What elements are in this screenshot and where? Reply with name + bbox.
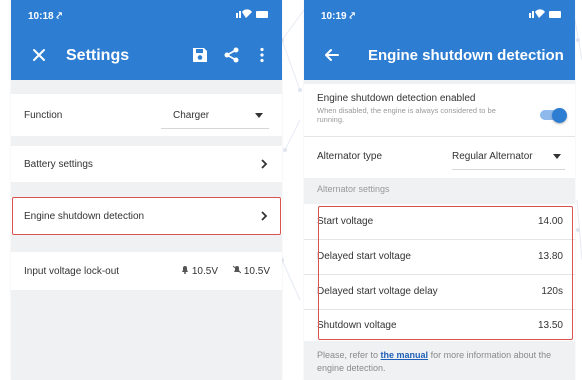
save-icon[interactable]: [191, 46, 209, 64]
lockout-value-2: 10.5V: [232, 265, 270, 277]
alternator-type-label: Alternator type: [317, 151, 383, 162]
app-bar: Engine shutdown detection: [304, 32, 575, 80]
status-time: 10:18 ⤤: [28, 11, 62, 22]
manual-link[interactable]: the manual: [381, 350, 429, 360]
bell-icon: [182, 266, 189, 274]
enabled-hint: When disabled, the engine is always cons…: [317, 106, 496, 124]
chevron-down-icon: [553, 154, 561, 159]
close-icon[interactable]: [29, 45, 49, 65]
lockout-value-1-text: 10.5V: [191, 266, 218, 277]
section-header: Alternator settings: [317, 184, 390, 194]
manual-note: Please, refer to the manual for more inf…: [317, 349, 567, 375]
delayed-start-delay-row[interactable]: Delayed start voltage delay 120s: [304, 275, 575, 309]
setting-value: 120s: [541, 286, 563, 297]
input-voltage-label: Input voltage lock-out: [24, 266, 120, 277]
bell-off-icon: [232, 265, 242, 274]
input-voltage-row[interactable]: Input voltage lock-out 10.5V 10.5V: [11, 252, 282, 290]
enabled-toggle-knob[interactable]: [552, 107, 567, 123]
lockout-value-1: 10.5V: [181, 265, 218, 277]
divider: [304, 136, 575, 137]
chevron-right-icon: [261, 211, 268, 221]
delayed-start-voltage-row[interactable]: Delayed start voltage 13.80: [304, 240, 575, 274]
signal-wifi-battery-icon: [529, 9, 561, 18]
status-bar: 10:18 ⤤: [11, 0, 282, 32]
setting-value: 13.80: [537, 251, 563, 262]
engine-detection-enabled-row: Engine shutdown detection enabled When d…: [304, 84, 575, 136]
app-bar: Settings: [11, 32, 282, 80]
alternator-type-value: Regular Alternator: [452, 151, 533, 162]
engine-shutdown-row[interactable]: Engine shutdown detection: [11, 198, 282, 234]
shutdown-voltage-row[interactable]: Shutdown voltage 13.50: [304, 310, 575, 341]
signal-wifi-battery-icon: [236, 9, 268, 18]
function-value: Charger: [173, 110, 210, 121]
alternator-type-select[interactable]: Regular Alternator: [452, 142, 565, 170]
setting-value: 14.00: [537, 216, 563, 227]
page-title: Settings: [66, 47, 130, 64]
settings-screen: 10:18 ⤤ Settings Function Charger Batter…: [11, 0, 282, 380]
page-title: Engine shutdown detection: [368, 47, 564, 64]
share-icon[interactable]: [223, 46, 241, 64]
status-icons: [529, 8, 563, 23]
back-arrow-icon[interactable]: [322, 45, 342, 65]
setting-label: Delayed start voltage: [317, 251, 411, 262]
battery-settings-row[interactable]: Battery settings: [11, 146, 282, 182]
alternator-type-row: Alternator type Regular Alternator: [304, 136, 575, 178]
status-bar: 10:19 ⤤: [304, 0, 575, 32]
setting-label: Delayed start voltage delay: [317, 286, 438, 297]
function-row: Function Charger: [11, 94, 282, 136]
status-time: 10:19 ⤤: [321, 11, 355, 22]
status-icons: [236, 8, 270, 23]
start-voltage-row[interactable]: Start voltage 14.00: [304, 204, 575, 239]
function-label: Function: [24, 110, 63, 121]
engine-shutdown-screen: 10:19 ⤤ Engine shutdown detection Engine…: [304, 0, 575, 380]
setting-value: 13.50: [537, 320, 563, 331]
enabled-label: Engine shutdown detection enabled: [317, 93, 476, 104]
function-select[interactable]: Charger: [161, 101, 269, 129]
setting-label: Shutdown voltage: [317, 320, 397, 331]
lockout-value-2-text: 10.5V: [243, 266, 270, 277]
chevron-down-icon: [255, 113, 263, 118]
engine-shutdown-label: Engine shutdown detection: [24, 211, 145, 222]
setting-label: Start voltage: [317, 216, 374, 227]
chevron-right-icon: [261, 159, 268, 169]
note-prefix: Please, refer to: [317, 350, 381, 360]
battery-settings-label: Battery settings: [24, 159, 93, 170]
more-vert-icon[interactable]: [253, 46, 271, 64]
